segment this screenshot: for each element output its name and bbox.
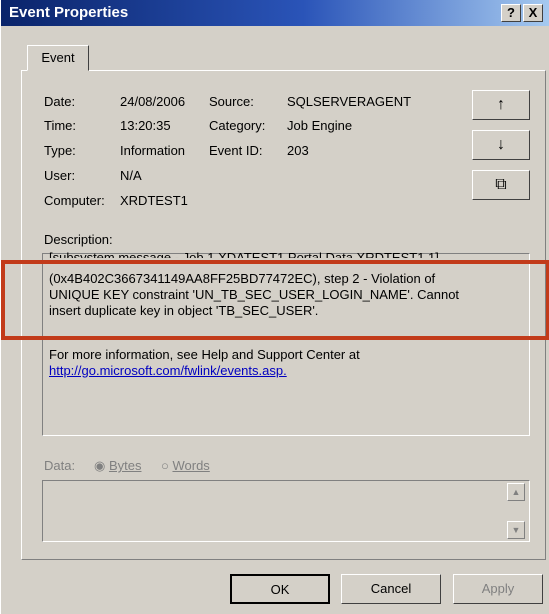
data-label: Data: xyxy=(44,458,76,473)
source-label: Source: xyxy=(209,94,254,109)
category-label: Category: xyxy=(209,118,266,133)
highlight-box xyxy=(1,260,549,340)
date-label: Date: xyxy=(44,94,76,109)
category-value: Job Engine xyxy=(287,118,353,133)
tab-event[interactable]: Event xyxy=(27,45,89,71)
more-info-text: For more information, see Help and Suppo… xyxy=(49,347,360,362)
description-label: Description: xyxy=(44,232,113,247)
time-label: Time: xyxy=(44,118,77,133)
copy-button[interactable]: ⧉ xyxy=(472,170,530,200)
description-line-0: [subsystem message - Job 1 XDATEST1 Port… xyxy=(49,250,439,258)
event-id-label: Event ID: xyxy=(209,143,263,158)
words-label: Words xyxy=(172,458,210,473)
arrow-up-icon: ↑ xyxy=(497,96,505,113)
user-label: User: xyxy=(44,168,76,183)
window-title: Event Properties xyxy=(9,4,129,21)
close-button[interactable]: X xyxy=(523,4,543,22)
previous-event-button[interactable]: ↑ xyxy=(472,90,530,120)
computer-label: Computer: xyxy=(44,193,105,208)
user-value: N/A xyxy=(120,168,142,183)
scroll-down-icon[interactable]: ▼ xyxy=(507,521,525,539)
scroll-up-icon[interactable]: ▲ xyxy=(507,483,525,501)
event-id-value: 203 xyxy=(287,143,309,158)
help-button[interactable]: ? xyxy=(501,4,521,22)
computer-value: XRDTEST1 xyxy=(120,193,188,208)
time-value: 13:20:35 xyxy=(120,118,171,133)
bytes-radio[interactable]: ◉ Bytes xyxy=(94,458,141,474)
title-bar[interactable]: Event Properties ? X xyxy=(1,0,549,26)
words-radio[interactable]: ○ Words xyxy=(161,458,210,473)
bytes-label: Bytes xyxy=(108,458,142,473)
cancel-button[interactable]: Cancel xyxy=(341,574,441,604)
apply-button[interactable]: Apply xyxy=(453,574,543,604)
source-value: SQLSERVERAGENT xyxy=(287,94,412,109)
data-box[interactable]: ▲ ▼ xyxy=(42,480,530,542)
type-label: Type: xyxy=(44,143,76,158)
copy-icon: ⧉ xyxy=(495,176,507,193)
radio-selected-icon: ◉ xyxy=(94,458,106,473)
ok-button[interactable]: OK xyxy=(230,574,330,604)
next-event-button[interactable]: ↓ xyxy=(472,130,530,160)
type-value: Information xyxy=(120,143,186,158)
radio-unselected-icon: ○ xyxy=(161,458,169,473)
arrow-down-icon: ↓ xyxy=(497,136,505,153)
event-properties-window: Event Properties ? X Event Date: 24/08/2… xyxy=(0,0,549,614)
date-value: 24/08/2006 xyxy=(120,94,186,109)
help-link[interactable]: http://go.microsoft.com/fwlink/events.as… xyxy=(49,363,519,379)
